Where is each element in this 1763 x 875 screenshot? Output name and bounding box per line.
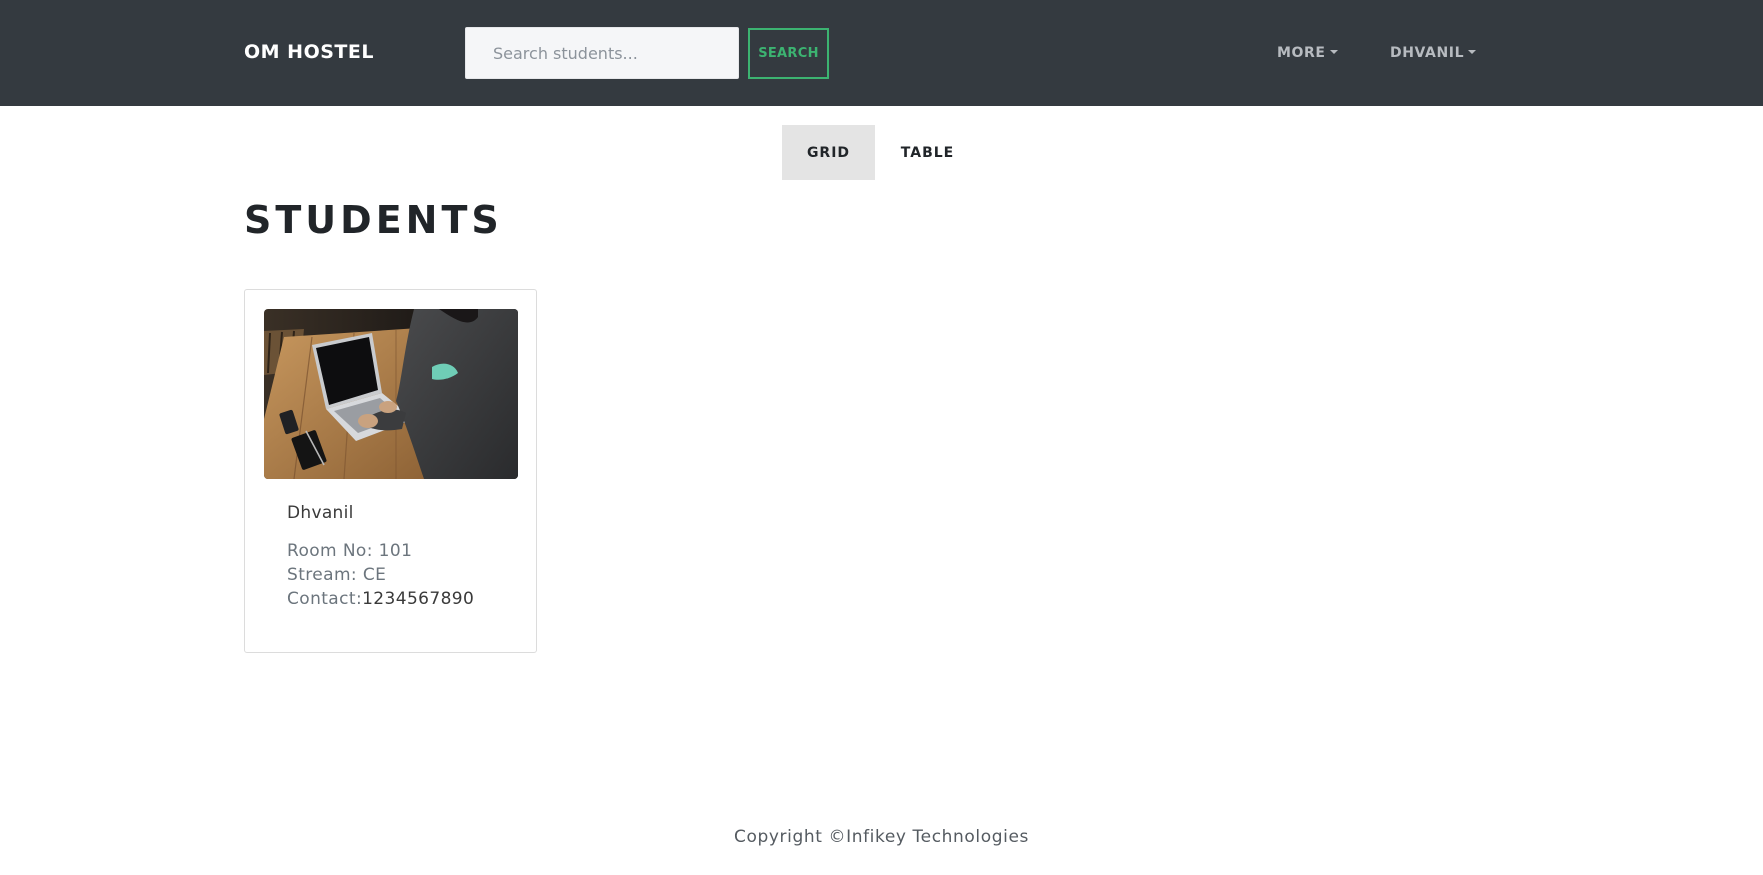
caret-down-icon xyxy=(1468,50,1477,54)
caret-down-icon xyxy=(1329,50,1338,54)
footer-copyright: Copyright ©Infikey Technologies xyxy=(734,827,1029,847)
table-view-button[interactable]: TABLE xyxy=(875,125,980,180)
view-toggle: GRID TABLE xyxy=(782,125,980,180)
top-navbar: OM HOSTEL SEARCH MORE DHVANIL xyxy=(0,0,1763,106)
student-name: Dhvanil xyxy=(287,503,354,523)
search-button[interactable]: SEARCH xyxy=(748,28,829,79)
student-photo xyxy=(264,309,518,479)
page-title: STUDENTS xyxy=(244,198,503,242)
more-dropdown[interactable]: MORE xyxy=(1277,44,1338,62)
student-card[interactable]: Dhvanil Room No: 101 Stream: CE Contact:… xyxy=(244,289,537,653)
search-input[interactable] xyxy=(465,27,739,79)
more-dropdown-label: MORE xyxy=(1277,45,1326,61)
contact-number: 1234567890 xyxy=(362,589,475,609)
user-dropdown[interactable]: DHVANIL xyxy=(1390,44,1477,62)
contact-label: Contact: xyxy=(287,589,363,609)
user-dropdown-label: DHVANIL xyxy=(1390,45,1465,61)
grid-view-button[interactable]: GRID xyxy=(782,125,875,180)
contact-row: Contact:1234567890 xyxy=(287,587,474,611)
student-details: Room No: 101 Stream: CE Contact:12345678… xyxy=(287,539,474,611)
brand-logo[interactable]: OM HOSTEL xyxy=(244,41,374,63)
room-number: Room No: 101 xyxy=(287,541,413,561)
stream: Stream: CE xyxy=(287,565,387,585)
